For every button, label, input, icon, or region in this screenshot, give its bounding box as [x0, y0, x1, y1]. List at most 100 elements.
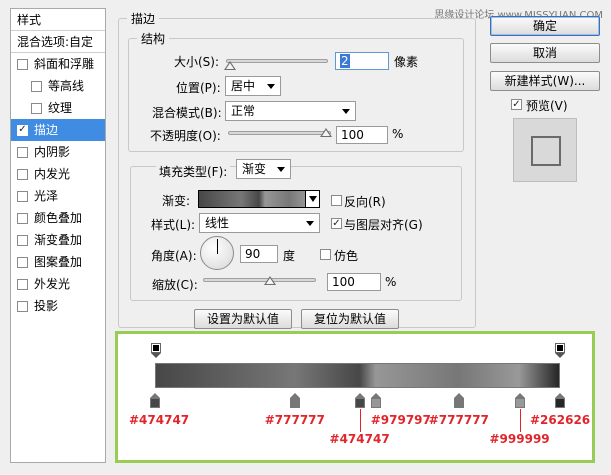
scale-unit: % [385, 275, 397, 289]
opacity-stop-right[interactable] [555, 343, 565, 358]
preview-label: 预览(V) [526, 99, 568, 113]
preview-square [531, 136, 561, 166]
opacity-stop-left[interactable] [151, 343, 161, 358]
style-preview-thumbnail [513, 118, 577, 182]
align-with-layer-checkbox[interactable]: ✓ [331, 218, 342, 229]
style-item-label: 外发光 [34, 277, 71, 291]
gradient-color-stop[interactable] [150, 393, 160, 408]
style-item-contour[interactable]: 等高线 [11, 75, 105, 97]
styles-header[interactable]: 样式 [11, 9, 105, 31]
chevron-down-icon [309, 196, 317, 202]
checkbox[interactable] [17, 300, 28, 312]
gradient-color-stop[interactable] [555, 393, 565, 408]
make-default-button[interactable]: 设置为默认值 [194, 309, 292, 329]
style-item-drop-shadow[interactable]: 投影 [11, 295, 105, 317]
style-item-pattern-overlay[interactable]: 图案叠加 [11, 251, 105, 273]
reset-default-button[interactable]: 复位为默认值 [301, 309, 399, 329]
checkbox[interactable] [17, 256, 28, 268]
scale-input[interactable]: 100 [327, 273, 381, 291]
opacity-value: 100 [341, 128, 364, 142]
size-slider-thumb[interactable] [224, 61, 236, 70]
fill-type-select[interactable]: 渐变 [236, 159, 291, 179]
position-label: 位置(P): [176, 81, 221, 95]
style-item-gradient-overlay[interactable]: 渐变叠加 [11, 229, 105, 251]
stop-leader-line [359, 409, 361, 432]
checkbox[interactable] [17, 146, 28, 158]
style-item-stroke[interactable]: ✓ 描边 [11, 119, 105, 141]
size-input[interactable]: 2 [335, 52, 389, 70]
reverse-checkbox[interactable] [331, 195, 342, 206]
opacity-input[interactable]: 100 [336, 126, 388, 144]
position-value: 居中 [231, 79, 256, 93]
checkbox[interactable] [17, 168, 28, 180]
style-item-label: 颜色叠加 [34, 211, 83, 225]
style-item-label: 光泽 [34, 189, 59, 203]
scale-slider-thumb[interactable] [264, 276, 276, 285]
chevron-down-icon [306, 221, 314, 226]
fill-type-value: 渐变 [242, 162, 267, 176]
angle-dial-needle [217, 239, 218, 254]
ok-button[interactable]: 确定 [490, 16, 600, 36]
scale-label: 缩放(C): [152, 278, 198, 292]
checkbox[interactable] [17, 212, 28, 224]
position-select[interactable]: 居中 [225, 76, 281, 96]
opacity-slider[interactable] [228, 131, 331, 135]
style-item-inner-shadow[interactable]: 内阴影 [11, 141, 105, 163]
gradient-label: 渐变: [162, 194, 191, 208]
gradient-color-stop[interactable] [289, 393, 300, 408]
gradient-color-stop[interactable] [370, 393, 381, 408]
size-value: 2 [340, 54, 350, 68]
style-select[interactable]: 线性 [199, 213, 320, 233]
style-item-texture[interactable]: 纹理 [11, 97, 105, 119]
opacity-unit: % [392, 127, 404, 141]
size-label: 大小(S): [174, 55, 220, 69]
style-item-outer-glow[interactable]: 外发光 [11, 273, 105, 295]
style-item-bevel-emboss[interactable]: 斜面和浮雕 [11, 53, 105, 75]
stroke-title: 描边 [131, 12, 156, 26]
chevron-down-icon [267, 84, 275, 89]
gradient-color-stop[interactable] [453, 393, 464, 408]
blend-mode-label: 混合模式(B): [152, 106, 222, 120]
style-label: 样式(L): [151, 218, 196, 232]
dither-checkbox[interactable] [320, 249, 331, 260]
cancel-button[interactable]: 取消 [490, 43, 600, 63]
style-item-label: 图案叠加 [34, 255, 83, 269]
gradient-color-stop[interactable] [354, 393, 365, 408]
size-slider[interactable] [226, 59, 328, 63]
stop-color-label: #999999 [489, 432, 550, 446]
stop-color-label: #474747 [329, 432, 390, 446]
checkbox[interactable] [17, 234, 28, 246]
stop-color-label: #262626 [530, 413, 591, 427]
checkbox[interactable] [17, 278, 28, 290]
new-style-button[interactable]: 新建样式(W)... [490, 71, 600, 91]
preview-checkbox[interactable]: ✓ [511, 99, 522, 110]
angle-input[interactable]: 90 [240, 245, 278, 263]
scale-slider[interactable] [203, 278, 316, 282]
angle-dial[interactable] [200, 236, 234, 270]
gradient-picker[interactable] [198, 190, 320, 208]
stop-color-label: #979797 [370, 413, 431, 427]
checkbox[interactable] [17, 190, 28, 202]
gradient-dropdown[interactable] [305, 191, 319, 207]
checkbox[interactable] [31, 80, 42, 92]
checkbox[interactable] [17, 58, 28, 70]
opacity-slider-thumb[interactable] [320, 128, 332, 137]
angle-unit: 度 [283, 249, 296, 263]
scale-value: 100 [332, 275, 355, 289]
blend-mode-select[interactable]: 正常 [225, 101, 356, 121]
checkbox-checked[interactable]: ✓ [17, 124, 28, 136]
blending-options-item[interactable]: 混合选项:自定 [11, 31, 105, 53]
style-item-label: 描边 [34, 123, 59, 137]
checkbox[interactable] [31, 102, 42, 114]
style-list: 样式 混合选项:自定 斜面和浮雕 等高线 纹理 ✓ 描边 内阴影 内发光 光泽 颜… [10, 8, 106, 463]
style-item-inner-glow[interactable]: 内发光 [11, 163, 105, 185]
style-item-satin[interactable]: 光泽 [11, 185, 105, 207]
gradient-editor-callout: #474747 #777777 #474747 #979797 #777777 #9999… [115, 331, 595, 463]
style-item-color-overlay[interactable]: 颜色叠加 [11, 207, 105, 229]
angle-label: 角度(A): [151, 249, 197, 263]
chevron-down-icon [277, 167, 285, 172]
size-unit: 像素 [394, 55, 419, 69]
gradient-bar [155, 363, 560, 388]
gradient-color-stop[interactable] [514, 393, 525, 408]
stop-color-label: #777777 [428, 413, 489, 427]
